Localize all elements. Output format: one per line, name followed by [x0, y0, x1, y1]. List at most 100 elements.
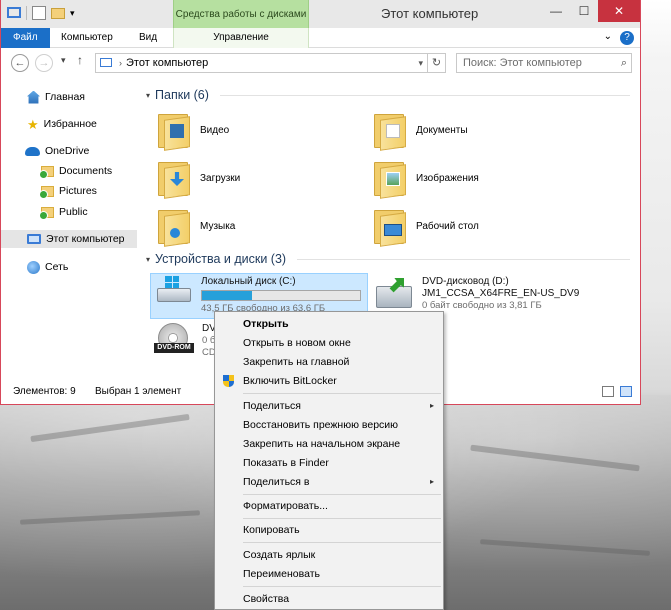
- properties-icon[interactable]: [32, 6, 46, 20]
- nav-item-network[interactable]: Сеть: [27, 258, 68, 276]
- recent-locations-icon[interactable]: ▾: [61, 55, 66, 66]
- submenu-arrow-icon: ▸: [429, 401, 434, 410]
- synced-folder-icon: [39, 165, 54, 179]
- documents-folder-icon: [372, 110, 408, 151]
- folder-downloads[interactable]: Загрузки: [156, 156, 240, 200]
- menu-item-show-in-finder[interactable]: Показать в Finder: [216, 454, 442, 472]
- nav-label: Сеть: [45, 261, 69, 273]
- breadcrumb-this-pc[interactable]: Этот компьютер: [126, 57, 208, 69]
- menu-item-bitlocker[interactable]: Включить BitLocker: [216, 372, 442, 390]
- tab-view[interactable]: Вид: [129, 28, 167, 48]
- disc-label: JM1_CCSA_X64FRE_EN-US_DV9: [422, 288, 580, 299]
- menu-item-rename[interactable]: Переименовать: [216, 565, 442, 583]
- nav-item-pictures[interactable]: Pictures: [39, 182, 97, 200]
- folder-video[interactable]: Видео: [156, 108, 229, 152]
- menu-item-label: Включить BitLocker: [243, 375, 337, 387]
- search-icon[interactable]: ⌕: [621, 54, 627, 72]
- toolbar-separator: [26, 6, 27, 20]
- tab-manage[interactable]: Управление: [173, 28, 309, 48]
- quick-access-toolbar: ▾: [7, 6, 78, 20]
- folder-label: Загрузки: [200, 172, 241, 184]
- tab-computer[interactable]: Компьютер: [51, 28, 123, 48]
- new-folder-icon[interactable]: [51, 8, 65, 19]
- item-count: Элементов: 9: [13, 386, 76, 397]
- pictures-folder-icon: [372, 158, 408, 199]
- menu-item-restore-version[interactable]: Восстановить прежнюю версию: [216, 416, 442, 434]
- folder-label: Видео: [200, 124, 230, 136]
- menu-item-properties[interactable]: Свойства: [216, 590, 442, 608]
- context-menu: Открыть Открыть в новом окне Закрепить н…: [214, 311, 444, 610]
- menu-item-label: Поделиться: [243, 400, 301, 412]
- help-icon[interactable]: ?: [620, 31, 634, 45]
- qat-dropdown-icon[interactable]: ▾: [70, 6, 78, 20]
- disk-usage-bar: [201, 290, 361, 301]
- folder-label: Рабочий стол: [416, 220, 479, 232]
- forward-button[interactable]: →: [35, 54, 53, 72]
- drive-tools-group-label: Средства работы с дисками: [173, 0, 309, 28]
- address-dropdown-icon[interactable]: ▾: [418, 54, 423, 72]
- menu-item-share[interactable]: Поделиться ▸: [216, 397, 442, 415]
- disk-usage-fill: [202, 291, 252, 300]
- menu-item-open-new-window[interactable]: Открыть в новом окне: [216, 334, 442, 352]
- nav-label: Главная: [45, 91, 85, 103]
- menu-separator: [243, 393, 441, 394]
- devices-group-header[interactable]: ▾ Устройства и диски (3): [146, 252, 636, 266]
- group-divider: [297, 258, 630, 260]
- menu-item-pin-home[interactable]: Закрепить на главной: [216, 353, 442, 371]
- nav-item-documents[interactable]: Documents: [39, 162, 112, 180]
- computer-icon: [27, 234, 41, 244]
- address-field[interactable]: › Этот компьютер ▾: [95, 53, 428, 73]
- menu-item-pin-start[interactable]: Закрепить на начальном экране: [216, 435, 442, 453]
- nav-label: Избранное: [43, 118, 97, 130]
- ribbon-right-controls: ⌄ ?: [604, 31, 634, 45]
- dvd-drive-d[interactable]: DVD-дисковод (D:) JM1_CCSA_X64FRE_EN-US_…: [374, 276, 634, 316]
- tab-file[interactable]: Файл: [1, 28, 50, 48]
- details-view-icon[interactable]: [602, 386, 614, 397]
- nav-item-public[interactable]: Public: [39, 203, 88, 221]
- breadcrumb-chevron-icon[interactable]: ›: [119, 58, 122, 68]
- menu-item-format[interactable]: Форматировать...: [216, 497, 442, 515]
- title-bar: ▾ Средства работы с дисками Этот компьют…: [1, 0, 640, 28]
- nav-item-this-pc[interactable]: Этот компьютер: [1, 230, 137, 248]
- menu-item-share-to[interactable]: Поделиться в ▸: [216, 473, 442, 491]
- ribbon-collapse-icon[interactable]: ⌄: [604, 31, 612, 45]
- nav-item-home[interactable]: Главная: [27, 88, 85, 106]
- menu-separator: [243, 586, 441, 587]
- menu-item-copy[interactable]: Копировать: [216, 521, 442, 539]
- up-button[interactable]: ↑: [77, 53, 83, 67]
- drive-free-space: 0 байт свободно из 3,81 ГБ: [422, 300, 542, 311]
- folders-group-header[interactable]: ▾ Папки (6): [146, 88, 636, 102]
- folder-documents[interactable]: Документы: [372, 108, 468, 152]
- window-controls: — ☐ ✕: [542, 0, 640, 22]
- nav-label: OneDrive: [45, 145, 90, 157]
- drive-name: Локальный диск (C:): [201, 276, 296, 287]
- tiles-view-icon[interactable]: [620, 386, 632, 397]
- view-switcher: [602, 386, 632, 397]
- synced-folder-icon: [39, 206, 54, 220]
- computer-small-icon[interactable]: [7, 7, 21, 18]
- nav-item-onedrive[interactable]: OneDrive: [25, 142, 89, 160]
- group-title: Папки (6): [155, 88, 209, 102]
- menu-separator: [243, 518, 441, 519]
- menu-item-label: Поделиться в: [243, 476, 310, 488]
- search-input[interactable]: Поиск: Этот компьютер ⌕: [456, 53, 632, 73]
- folder-music[interactable]: Музыка: [156, 204, 235, 248]
- nav-item-favorites[interactable]: ★ Избранное: [27, 115, 97, 133]
- minimize-button[interactable]: —: [542, 0, 570, 22]
- dvd-rom-icon: DVD-ROM: [154, 323, 194, 357]
- menu-item-create-shortcut[interactable]: Создать ярлык: [216, 546, 442, 564]
- menu-item-open[interactable]: Открыть: [216, 315, 442, 333]
- folder-desktop[interactable]: Рабочий стол: [372, 204, 479, 248]
- uac-shield-icon: [223, 375, 234, 387]
- dvd-rom-badge: DVD-ROM: [154, 343, 194, 353]
- close-button[interactable]: ✕: [598, 0, 640, 22]
- refresh-button[interactable]: ↻: [428, 53, 446, 73]
- back-button[interactable]: ←: [11, 54, 29, 72]
- maximize-button[interactable]: ☐: [570, 0, 598, 22]
- group-divider: [219, 94, 630, 96]
- chevron-down-icon: ▾: [146, 254, 151, 264]
- nav-label: Public: [59, 206, 88, 218]
- folder-label: Документы: [416, 124, 468, 136]
- menu-separator: [243, 542, 441, 543]
- folder-pictures[interactable]: Изображения: [372, 156, 479, 200]
